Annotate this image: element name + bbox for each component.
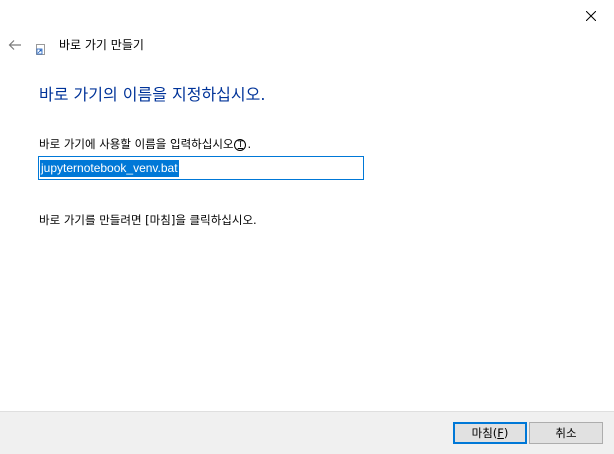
name-label: 바로 가기에 사용할 이름을 입력하십시오 T.: [39, 136, 251, 152]
shortcut-name-value: jupyternotebook_venv.bat: [40, 159, 179, 177]
back-button[interactable]: [4, 34, 26, 56]
name-label-text: 바로 가기에 사용할 이름을 입력하십시오: [39, 137, 234, 151]
finish-button-mnemonic: F: [497, 426, 504, 440]
dialog-footer: 마침(F) 취소: [0, 411, 614, 454]
page-heading: 바로 가기의 이름을 지정하십시오.: [39, 85, 266, 104]
shortcut-icon: [36, 41, 46, 55]
finish-button-label: 마침(: [471, 426, 498, 440]
back-arrow-icon: [8, 36, 22, 55]
name-label-suffix: .: [247, 137, 252, 151]
shortcut-name-input[interactable]: jupyternotebook_venv.bat: [38, 156, 364, 180]
instruction-text: 바로 가기를 만들려면 [마침]을 클릭하십시오.: [39, 213, 257, 227]
close-icon: [585, 6, 597, 25]
finish-button-suffix: ): [503, 426, 509, 440]
name-label-mnemonic: T: [234, 138, 247, 151]
finish-button[interactable]: 마침(F): [453, 422, 527, 444]
close-button[interactable]: [568, 0, 614, 30]
create-shortcut-dialog: 바로 가기 만들기 바로 가기의 이름을 지정하십시오. 바로 가기에 사용할 …: [0, 0, 614, 454]
cancel-button[interactable]: 취소: [529, 422, 603, 444]
window-title: 바로 가기 만들기: [59, 38, 144, 52]
